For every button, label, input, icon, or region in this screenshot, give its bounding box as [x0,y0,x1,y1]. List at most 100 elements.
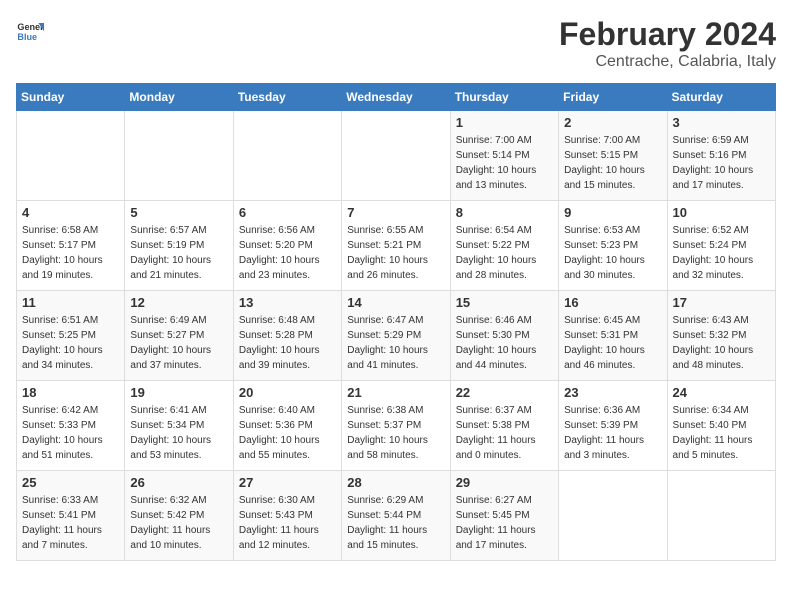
calendar-cell: 21Sunrise: 6:38 AM Sunset: 5:37 PM Dayli… [342,381,450,471]
calendar-cell: 20 Sunrise: 6:40 AM Sunset: 5:36 PM Dayli… [233,381,341,471]
day-info: Sunrise: 6:47 AM Sunset: 5:29 PM Dayligh… [347,313,444,373]
weekday-header-cell: Friday [559,84,667,111]
weekday-header-cell: Wednesday [342,84,450,111]
day-info: Sunrise: 6:57 AM Sunset: 5:19 PM Dayligh… [130,223,227,283]
day-number: 1 [456,115,553,130]
calendar-cell: 23 Sunrise: 6:36 AM Sunset: 5:39 PM Dayli… [559,381,667,471]
month-year-title: February 2024 [559,16,776,53]
calendar-cell: 28Sunrise: 6:29 AM Sunset: 5:44 PM Dayli… [342,471,450,561]
day-number: 2 [564,115,661,130]
day-number: 18 [22,385,119,400]
calendar-cell: 29 Sunrise: 6:27 AM Sunset: 5:45 PM Dayli… [450,471,558,561]
logo: General Blue [16,16,44,44]
calendar-cell: 14 Sunrise: 6:47 AM Sunset: 5:29 PM Dayli… [342,291,450,381]
calendar-cell [17,111,125,201]
day-number: 21 [347,385,444,400]
weekday-header-cell: Sunday [17,84,125,111]
day-info: Sunrise: 6:29 AM Sunset: 5:44 PM Dayligh… [347,493,444,553]
calendar-week-row: 1 Sunrise: 7:00 AM Sunset: 5:14 PM Daylig… [17,111,776,201]
title-block: February 2024 Centrache, Calabria, Italy [559,16,776,71]
logo-icon: General Blue [16,16,44,44]
calendar-cell: 24 Sunrise: 6:34 AM Sunset: 5:40 PM Dayli… [667,381,775,471]
calendar-cell: 15Sunrise: 6:46 AM Sunset: 5:30 PM Dayli… [450,291,558,381]
day-number: 3 [673,115,770,130]
calendar-cell: 13Sunrise: 6:48 AM Sunset: 5:28 PM Dayli… [233,291,341,381]
location-subtitle: Centrache, Calabria, Italy [559,53,776,71]
day-number: 22 [456,385,553,400]
calendar-cell: 27 Sunrise: 6:30 AM Sunset: 5:43 PM Dayli… [233,471,341,561]
calendar-body: 1 Sunrise: 7:00 AM Sunset: 5:14 PM Daylig… [17,111,776,561]
day-info: Sunrise: 6:59 AM Sunset: 5:16 PM Dayligh… [673,133,770,193]
calendar-cell: 9 Sunrise: 6:53 AM Sunset: 5:23 PM Daylig… [559,201,667,291]
day-info: Sunrise: 6:34 AM Sunset: 5:40 PM Dayligh… [673,403,770,463]
day-info: Sunrise: 6:46 AM Sunset: 5:30 PM Dayligh… [456,313,553,373]
day-number: 12 [130,295,227,310]
day-info: Sunrise: 6:30 AM Sunset: 5:43 PM Dayligh… [239,493,336,553]
day-info: Sunrise: 6:40 AM Sunset: 5:36 PM Dayligh… [239,403,336,463]
calendar-cell: 22Sunrise: 6:37 AM Sunset: 5:38 PM Dayli… [450,381,558,471]
day-number: 8 [456,205,553,220]
calendar-cell: 19 Sunrise: 6:41 AM Sunset: 5:34 PM Dayli… [125,381,233,471]
svg-text:Blue: Blue [17,32,37,42]
day-number: 19 [130,385,227,400]
calendar-cell: 7Sunrise: 6:55 AM Sunset: 5:21 PM Daylig… [342,201,450,291]
day-info: Sunrise: 6:53 AM Sunset: 5:23 PM Dayligh… [564,223,661,283]
calendar-table: SundayMondayTuesdayWednesdayThursdayFrid… [16,83,776,561]
calendar-cell: 18 Sunrise: 6:42 AM Sunset: 5:33 PM Dayli… [17,381,125,471]
day-number: 11 [22,295,119,310]
calendar-cell: 10 Sunrise: 6:52 AM Sunset: 5:24 PM Dayli… [667,201,775,291]
calendar-cell: 3 Sunrise: 6:59 AM Sunset: 5:16 PM Daylig… [667,111,775,201]
calendar-cell [559,471,667,561]
day-info: Sunrise: 6:41 AM Sunset: 5:34 PM Dayligh… [130,403,227,463]
day-info: Sunrise: 6:27 AM Sunset: 5:45 PM Dayligh… [456,493,553,553]
day-number: 6 [239,205,336,220]
day-number: 24 [673,385,770,400]
calendar-cell: 2 Sunrise: 7:00 AM Sunset: 5:15 PM Daylig… [559,111,667,201]
day-info: Sunrise: 6:32 AM Sunset: 5:42 PM Dayligh… [130,493,227,553]
day-info: Sunrise: 7:00 AM Sunset: 5:14 PM Dayligh… [456,133,553,193]
calendar-cell [125,111,233,201]
calendar-week-row: 11 Sunrise: 6:51 AM Sunset: 5:25 PM Dayli… [17,291,776,381]
day-info: Sunrise: 6:45 AM Sunset: 5:31 PM Dayligh… [564,313,661,373]
day-info: Sunrise: 6:54 AM Sunset: 5:22 PM Dayligh… [456,223,553,283]
weekday-header-cell: Thursday [450,84,558,111]
day-info: Sunrise: 6:33 AM Sunset: 5:41 PM Dayligh… [22,493,119,553]
day-number: 23 [564,385,661,400]
day-info: Sunrise: 6:51 AM Sunset: 5:25 PM Dayligh… [22,313,119,373]
day-info: Sunrise: 7:00 AM Sunset: 5:15 PM Dayligh… [564,133,661,193]
day-info: Sunrise: 6:55 AM Sunset: 5:21 PM Dayligh… [347,223,444,283]
day-number: 16 [564,295,661,310]
day-info: Sunrise: 6:43 AM Sunset: 5:32 PM Dayligh… [673,313,770,373]
day-number: 9 [564,205,661,220]
day-info: Sunrise: 6:36 AM Sunset: 5:39 PM Dayligh… [564,403,661,463]
calendar-week-row: 18 Sunrise: 6:42 AM Sunset: 5:33 PM Dayli… [17,381,776,471]
calendar-week-row: 4Sunrise: 6:58 AM Sunset: 5:17 PM Daylig… [17,201,776,291]
day-number: 4 [22,205,119,220]
calendar-cell: 16 Sunrise: 6:45 AM Sunset: 5:31 PM Dayli… [559,291,667,381]
day-info: Sunrise: 6:49 AM Sunset: 5:27 PM Dayligh… [130,313,227,373]
calendar-cell: 4Sunrise: 6:58 AM Sunset: 5:17 PM Daylig… [17,201,125,291]
day-number: 13 [239,295,336,310]
day-number: 14 [347,295,444,310]
day-info: Sunrise: 6:52 AM Sunset: 5:24 PM Dayligh… [673,223,770,283]
weekday-header-cell: Monday [125,84,233,111]
calendar-cell: 5Sunrise: 6:57 AM Sunset: 5:19 PM Daylig… [125,201,233,291]
calendar-cell: 6 Sunrise: 6:56 AM Sunset: 5:20 PM Daylig… [233,201,341,291]
calendar-cell: 25 Sunrise: 6:33 AM Sunset: 5:41 PM Dayli… [17,471,125,561]
day-number: 27 [239,475,336,490]
calendar-week-row: 25 Sunrise: 6:33 AM Sunset: 5:41 PM Dayli… [17,471,776,561]
calendar-cell [342,111,450,201]
calendar-cell [233,111,341,201]
day-number: 29 [456,475,553,490]
calendar-cell: 8 Sunrise: 6:54 AM Sunset: 5:22 PM Daylig… [450,201,558,291]
day-info: Sunrise: 6:42 AM Sunset: 5:33 PM Dayligh… [22,403,119,463]
day-number: 25 [22,475,119,490]
weekday-header-cell: Tuesday [233,84,341,111]
calendar-cell: 12 Sunrise: 6:49 AM Sunset: 5:27 PM Dayli… [125,291,233,381]
day-number: 20 [239,385,336,400]
day-number: 10 [673,205,770,220]
weekday-header-row: SundayMondayTuesdayWednesdayThursdayFrid… [17,84,776,111]
calendar-cell: 17Sunrise: 6:43 AM Sunset: 5:32 PM Dayli… [667,291,775,381]
day-info: Sunrise: 6:56 AM Sunset: 5:20 PM Dayligh… [239,223,336,283]
calendar-cell [667,471,775,561]
